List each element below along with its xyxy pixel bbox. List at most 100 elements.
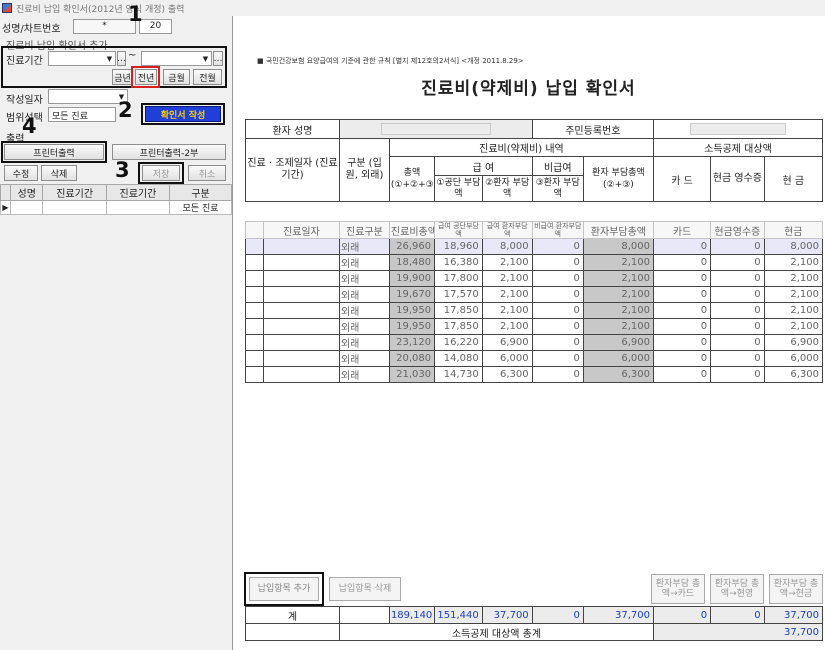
cell-cash[interactable]: 8,000 — [763, 238, 824, 255]
cell-cash[interactable]: 2,100 — [763, 318, 824, 335]
cell-cash[interactable]: 6,000 — [763, 350, 824, 367]
table-row[interactable]: 외래 26,960 18,960 8,000 0 8,000 0 0 8,000 — [245, 238, 824, 255]
cell-cash-receipt[interactable]: 0 — [710, 366, 765, 383]
period-start-picker-button[interactable]: … — [117, 51, 126, 66]
grid-row[interactable]: ▶ 모든 진료 — [0, 200, 232, 215]
chevron-down-icon[interactable]: ▼ — [200, 52, 211, 65]
cell-visit-type[interactable]: 외래 — [338, 366, 390, 383]
cell-total[interactable]: 19,950 — [388, 302, 436, 319]
table-row[interactable]: 외래 19,900 17,800 2,100 0 2,100 0 0 2,100 — [245, 270, 824, 287]
cell-date[interactable] — [262, 254, 340, 271]
cell-total[interactable]: 18,480 — [388, 254, 436, 271]
chevron-down-icon[interactable]: ▼ — [104, 52, 115, 65]
table-row[interactable]: 외래 20,080 14,080 6,000 0 6,000 0 0 6,000 — [245, 350, 824, 367]
cell-total[interactable]: 19,900 — [388, 270, 436, 287]
table-row[interactable]: 외래 21,030 14,730 6,300 0 6,300 0 0 6,300 — [245, 366, 824, 383]
certificate-list-grid[interactable]: 성명 진료기간 진료기간 구분 ▶ 모든 진료 — [0, 184, 232, 215]
cell-date[interactable] — [262, 318, 340, 335]
cell-nonbenefit[interactable]: 0 — [531, 350, 584, 367]
cell-card[interactable]: 0 — [652, 302, 712, 319]
row-selector[interactable] — [245, 238, 264, 255]
cell-visit-type[interactable]: 외래 — [338, 270, 390, 287]
row-selector[interactable] — [245, 334, 264, 351]
payment-items-grid[interactable]: 진료일자 진료구분 진료비총액 급여 공단부담액 급여 환자부담액 비급여 환자… — [245, 221, 824, 383]
cell-cash-receipt[interactable]: 0 — [710, 270, 765, 287]
cell-nonbenefit[interactable]: 0 — [531, 254, 584, 271]
cell-cash-receipt[interactable]: 0 — [710, 286, 765, 303]
cell-cash[interactable]: 2,100 — [763, 270, 824, 287]
row-selector[interactable] — [245, 366, 264, 383]
cell-total[interactable]: 23,120 — [388, 334, 436, 351]
cell-insurer[interactable]: 14,080 — [434, 350, 483, 367]
cell-patient[interactable]: 2,100 — [481, 302, 533, 319]
this-year-button[interactable]: 금년 — [112, 69, 133, 85]
cell-date[interactable] — [262, 270, 340, 287]
cell-nonbenefit[interactable]: 0 — [531, 334, 584, 351]
cell-visit-type[interactable]: 외래 — [338, 286, 390, 303]
cell-visit-type[interactable]: 외래 — [338, 302, 390, 319]
cell-date[interactable] — [262, 350, 340, 367]
cell-date[interactable] — [262, 334, 340, 351]
name-chart-input[interactable]: * — [73, 19, 136, 34]
table-row[interactable]: 외래 19,670 17,570 2,100 0 2,100 0 0 2,100 — [245, 286, 824, 303]
row-selector[interactable] — [245, 302, 264, 319]
cell-visit-type[interactable]: 외래 — [338, 334, 390, 351]
cell-insurer[interactable]: 16,220 — [434, 334, 483, 351]
cell-card[interactable]: 0 — [652, 366, 712, 383]
cell-patient[interactable]: 6,000 — [481, 350, 533, 367]
row-selector[interactable] — [245, 286, 264, 303]
cell-card[interactable]: 0 — [652, 350, 712, 367]
period-end-picker-button[interactable]: … — [213, 51, 223, 66]
date-input[interactable]: ▼ — [48, 89, 128, 104]
this-month-button[interactable]: 금월 — [163, 69, 190, 85]
range-select[interactable]: 모든 진료 — [48, 107, 116, 122]
cell-card[interactable]: 0 — [652, 270, 712, 287]
period-end-input[interactable]: ▼ — [141, 51, 212, 66]
cell-insurer[interactable]: 14,730 — [434, 366, 483, 383]
cell-patient-total[interactable]: 2,100 — [582, 286, 655, 303]
delete-payment-item-button[interactable]: 납입항목 삭제 — [329, 577, 401, 601]
cell-patient[interactable]: 2,100 — [481, 318, 533, 335]
total-to-cash-button[interactable]: 환자부담 총액→현금 — [769, 574, 823, 604]
cell-nonbenefit[interactable]: 0 — [531, 366, 584, 383]
cell-patient-total[interactable]: 6,000 — [582, 350, 655, 367]
last-month-button[interactable]: 전월 — [193, 69, 222, 85]
save-button[interactable]: 저장 — [142, 165, 180, 181]
chart-number-input[interactable]: 20 — [139, 19, 172, 34]
cell-total[interactable]: 19,950 — [388, 318, 436, 335]
delete-button[interactable]: 삭제 — [41, 165, 77, 181]
cell-patient[interactable]: 6,900 — [481, 334, 533, 351]
print-button[interactable]: 프린터출력 — [4, 144, 104, 160]
cell-visit-type[interactable]: 외래 — [338, 318, 390, 335]
cell-patient-total[interactable]: 8,000 — [582, 238, 655, 255]
table-row[interactable]: 외래 19,950 17,850 2,100 0 2,100 0 0 2,100 — [245, 302, 824, 319]
patient-name-field[interactable] — [380, 123, 491, 135]
cell-nonbenefit[interactable]: 0 — [531, 318, 584, 335]
cell-nonbenefit[interactable]: 0 — [531, 286, 584, 303]
create-certificate-button[interactable]: 확인서 작성 — [145, 106, 221, 122]
cell-patient[interactable]: 6,300 — [481, 366, 533, 383]
cell-patient[interactable]: 2,100 — [481, 254, 533, 271]
cell-card[interactable]: 0 — [652, 334, 712, 351]
table-row[interactable]: 외래 18,480 16,380 2,100 0 2,100 0 0 2,100 — [245, 254, 824, 271]
total-to-card-button[interactable]: 환자부담 총액→카드 — [651, 574, 705, 604]
cell-card[interactable]: 0 — [652, 238, 712, 255]
cell-cash[interactable]: 6,900 — [763, 334, 824, 351]
cell-insurer[interactable]: 18,960 — [434, 238, 483, 255]
cell-patient[interactable]: 8,000 — [481, 238, 533, 255]
cell-insurer[interactable]: 16,380 — [434, 254, 483, 271]
cell-card[interactable]: 0 — [652, 318, 712, 335]
cell-date[interactable] — [262, 302, 340, 319]
total-to-cash-receipt-button[interactable]: 환자부담 총액→현영 — [710, 574, 764, 604]
cell-visit-type[interactable]: 외래 — [338, 238, 390, 255]
edit-button[interactable]: 수정 — [4, 165, 38, 181]
cell-card[interactable]: 0 — [652, 286, 712, 303]
table-row[interactable]: 외래 23,120 16,220 6,900 0 6,900 0 0 6,900 — [245, 334, 824, 351]
cell-total[interactable]: 26,960 — [388, 238, 436, 255]
cell-patient-total[interactable]: 2,100 — [582, 302, 655, 319]
cell-cash-receipt[interactable]: 0 — [710, 254, 765, 271]
cancel-button[interactable]: 취소 — [188, 165, 226, 181]
cell-patient-total[interactable]: 6,300 — [582, 366, 655, 383]
cell-patient[interactable]: 2,100 — [481, 270, 533, 287]
cell-total[interactable]: 20,080 — [388, 350, 436, 367]
